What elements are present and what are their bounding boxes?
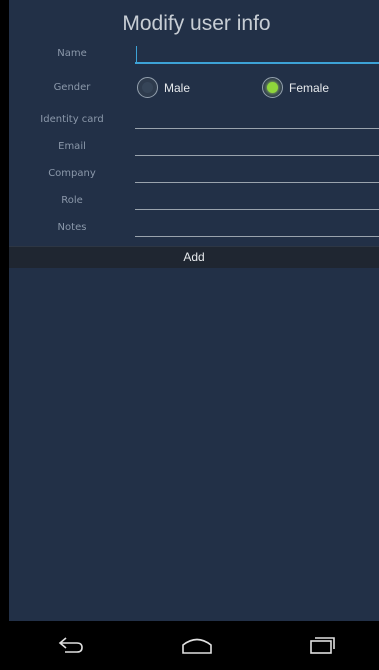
gender-label: Gender [53, 82, 91, 93]
email-input[interactable] [135, 155, 379, 156]
gender-female-label[interactable]: Female [289, 81, 329, 95]
page-title: Modify user info [122, 12, 271, 35]
company-input[interactable] [135, 182, 379, 183]
name-cursor [136, 46, 137, 62]
radio-dot [267, 82, 278, 93]
identity-card-label: Identity card [40, 114, 104, 125]
app-screen: Modify user info Name Gender Male Female… [9, 0, 379, 621]
name-label: Name [57, 48, 87, 59]
gender-female-radio[interactable] [262, 77, 283, 98]
recent-apps-icon[interactable] [308, 635, 336, 655]
home-icon[interactable] [181, 635, 213, 655]
gender-male-label[interactable]: Male [164, 81, 190, 95]
identity-card-input[interactable] [135, 128, 379, 129]
notes-label: Notes [57, 222, 87, 233]
name-input[interactable] [135, 62, 379, 64]
navigation-bar [0, 621, 379, 670]
notes-input[interactable] [135, 236, 379, 237]
role-input[interactable] [135, 209, 379, 210]
radio-dot [142, 82, 153, 93]
email-label: Email [58, 141, 86, 152]
role-label: Role [61, 195, 83, 206]
back-icon[interactable] [57, 635, 85, 655]
gender-male-radio[interactable] [137, 77, 158, 98]
company-label: Company [48, 168, 96, 179]
add-button[interactable]: Add [9, 246, 379, 268]
